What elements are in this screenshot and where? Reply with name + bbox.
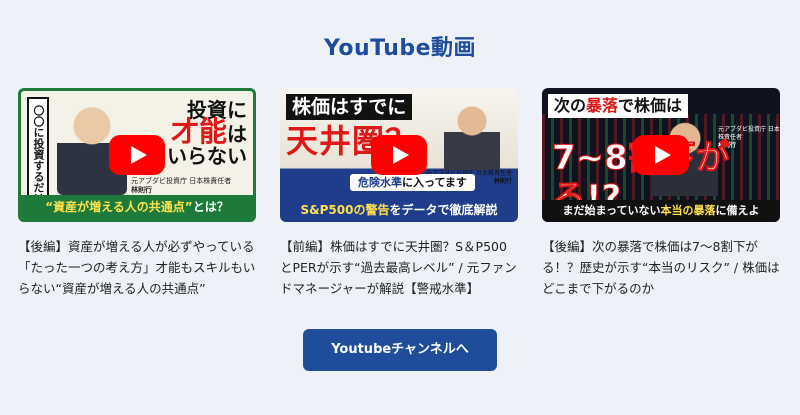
thumbnail-headline: 次の暴落で株価は (548, 94, 689, 118)
video-thumbnail[interactable]: 〇〇に投資するだけ 投資に 才能は いらない 元アブダビ投資庁 日本株責任者 林… (18, 88, 256, 222)
video-thumbnail[interactable]: 次の暴落で株価は 元アブダビ投資庁 日本株責任者 林則行 7~8割下がる!? ま… (542, 88, 780, 222)
thumbnail-name: 元アブダビ投資庁 日本株責任者 林則行 (131, 177, 232, 194)
section-title: YouTube動画 (323, 36, 477, 61)
thumbnail-headline: 株価はすでに (286, 94, 413, 120)
play-icon[interactable] (109, 135, 165, 175)
thumbnail-banner: まだ始まっていない本当の暴落に備えよ (542, 200, 780, 222)
thumbnail-person (444, 100, 500, 170)
thumbnail-banner: S&P500の警告をデータで徹底解説 (300, 203, 498, 217)
video-card: 株価はすでに 天井圏？ 元アブダビ投資庁 日本株責任者 林則行 危険水準に入って… (280, 88, 518, 299)
video-thumbnail[interactable]: 株価はすでに 天井圏？ 元アブダビ投資庁 日本株責任者 林則行 危険水準に入って… (280, 88, 518, 222)
video-caption[interactable]: 【後編】次の暴落で株価は7〜8割下がる！？歴史が示す“本当のリスク” / 株価は… (542, 236, 780, 299)
youtube-channel-button[interactable]: Youtubeチャンネルへ (303, 329, 497, 371)
play-icon[interactable] (371, 135, 427, 175)
thumbnail-vertical-text: 〇〇に投資するだけ (27, 97, 49, 209)
video-caption[interactable]: 【後編】資産が増える人が必ずやっている「たった一つの考え方」才能もスキルもいらな… (18, 236, 256, 299)
youtube-section: YouTube動画 〇〇に投資するだけ 投資に 才能は いらない 元アブダビ投資… (0, 0, 800, 415)
video-card: 〇〇に投資するだけ 投資に 才能は いらない 元アブダビ投資庁 日本株責任者 林… (18, 88, 256, 299)
thumbnail-banner: “資産が増える人の共通点”とは？ (21, 195, 253, 219)
video-caption[interactable]: 【前編】株価はすでに天井圏？S＆P500とPERが示す“過去最高レベル” / 元… (280, 236, 518, 299)
thumbnail-pill: 危険水準に入ってます (350, 174, 475, 191)
play-icon[interactable] (633, 135, 689, 175)
video-card: 次の暴落で株価は 元アブダビ投資庁 日本株責任者 林則行 7~8割下がる!? ま… (542, 88, 780, 299)
